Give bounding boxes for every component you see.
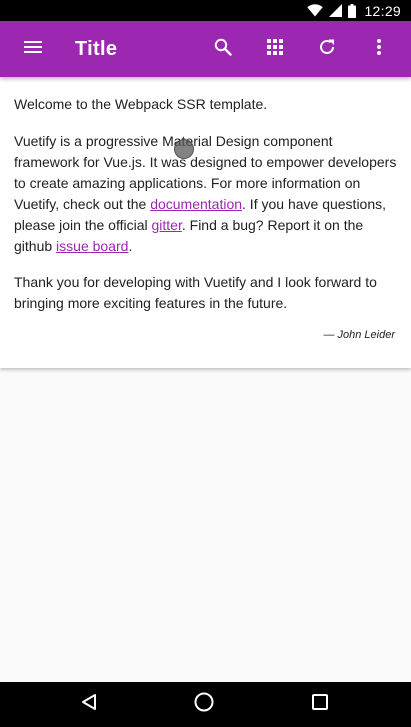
intro-text-4: . (128, 238, 133, 254)
menu-icon (24, 40, 42, 58)
wifi-icon (307, 4, 324, 17)
cell-signal-icon (329, 4, 343, 17)
refresh-icon (318, 38, 336, 61)
back-icon (80, 693, 98, 716)
recents-icon (312, 694, 328, 715)
app-toolbar: Title (0, 21, 411, 77)
documentation-link[interactable]: documentation (150, 196, 242, 212)
page-title: Title (75, 38, 118, 60)
search-icon (214, 38, 232, 61)
system-nav-bar (0, 682, 411, 727)
welcome-text: Welcome to the Webpack SSR template. (14, 96, 268, 112)
home-button[interactable] (174, 682, 234, 727)
thanks-paragraph: Thank you for developing with Vuetify an… (14, 274, 377, 311)
apps-button[interactable] (255, 29, 295, 69)
touch-indicator (174, 139, 194, 159)
more-vert-icon (377, 38, 381, 60)
intro-paragraph: Vuetify is a progressive Material Design… (14, 131, 397, 257)
refresh-button[interactable] (307, 29, 347, 69)
issue-board-link[interactable]: issue board (56, 238, 128, 254)
recents-button[interactable] (290, 682, 350, 727)
home-icon (194, 692, 214, 717)
status-time: 12:29 (364, 2, 401, 19)
battery-icon (348, 3, 357, 18)
signature: — John Leider (323, 329, 395, 341)
menu-button[interactable] (13, 29, 53, 69)
status-bar: 12:29 (0, 0, 411, 21)
gitter-link[interactable]: gitter (152, 217, 182, 233)
more-options-button[interactable] (359, 29, 399, 69)
content-card: Welcome to the Webpack SSR template. Vue… (0, 77, 411, 368)
back-button[interactable] (59, 682, 119, 727)
apps-grid-icon (267, 38, 283, 60)
search-button[interactable] (203, 29, 243, 69)
